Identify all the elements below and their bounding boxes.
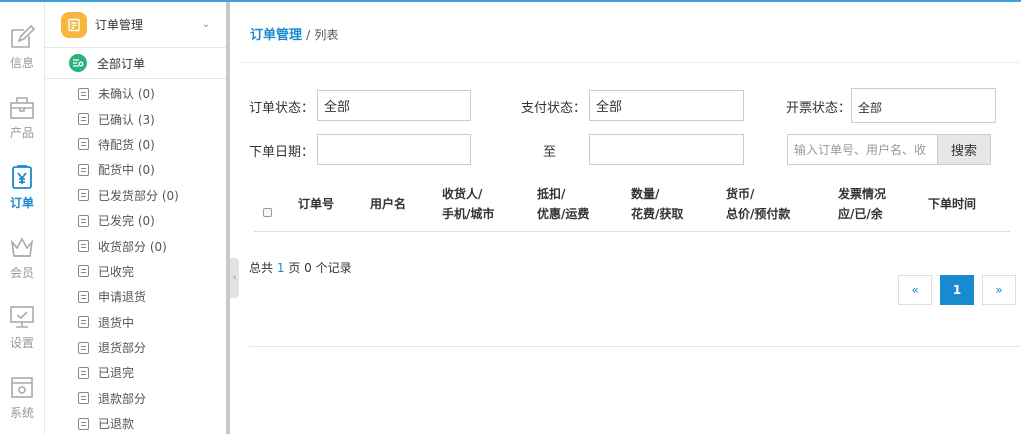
invoice-status-select[interactable]: 全部 [851, 88, 996, 123]
rail-label: 产品 [9, 126, 34, 140]
rail-item-product[interactable]: 产品 [0, 72, 44, 142]
submenu-header[interactable]: 订单管理 ⌄ [45, 2, 226, 48]
rail-item-settings[interactable]: 设置 [0, 282, 44, 352]
submenu-title: 订单管理 [95, 18, 144, 32]
th-order-no: 订单号 [298, 197, 335, 211]
rail-item-system[interactable]: 系统 [0, 352, 44, 422]
pay-status-select[interactable]: 全部 [589, 90, 744, 121]
submenu-item[interactable]: 已退款 [45, 411, 226, 436]
monitor-check-icon [10, 306, 34, 328]
submenu-item[interactable]: 收货部分 (0) [45, 233, 226, 258]
submenu-item[interactable]: 配货中 (0) [45, 157, 226, 182]
order-yen-icon [12, 165, 32, 189]
breadcrumb-separator: / [306, 28, 311, 42]
order-status-select[interactable]: 全部 [317, 90, 471, 121]
submenu-item[interactable]: 已收完 [45, 259, 226, 284]
submenu-item[interactable]: 退货部分 [45, 335, 226, 360]
doc-icon [78, 290, 89, 303]
rail-item-info[interactable]: 信息 [0, 2, 44, 72]
pay-status-label: 支付状态： [521, 101, 587, 116]
rail-label: 设置 [9, 336, 34, 350]
refund-coin-icon [78, 392, 89, 405]
submenu-item[interactable]: 已发货部分 (0) [45, 183, 226, 208]
return-box-icon [78, 366, 89, 379]
truck-icon [78, 214, 89, 227]
date-to-label: 至 [543, 145, 557, 160]
records-summary: 总共 1 页 0 个记录 [249, 261, 352, 275]
chevron-down-icon[interactable]: ⌄ [202, 19, 210, 30]
submenu-all-label: 全部订单 [97, 56, 146, 71]
submenu-item[interactable]: 退货中 [45, 310, 226, 335]
pagination-prev[interactable]: « [898, 275, 932, 305]
icon-rail: 信息 产品 订单 会员 设置 系统 [0, 2, 45, 434]
submenu-edge [226, 2, 230, 434]
order-date-label: 下单日期： [249, 145, 315, 160]
system-gear-icon [11, 377, 33, 398]
record-count: 0 [304, 261, 312, 275]
table-header-divider [254, 231, 1010, 232]
return-box-icon [78, 341, 89, 354]
rail-label: 订单 [9, 196, 34, 210]
doc-icon [78, 316, 89, 329]
doc-icon [78, 265, 89, 278]
invoice-status-label: 开票状态： [786, 101, 852, 116]
th-quantity: 数量/花费/获取 [631, 187, 684, 221]
order-submenu: 订单管理 ⌄ 全部订单 未确认 (0) 已确认 (3) 待配货 (0) 配货中 … [45, 2, 227, 434]
divider [249, 346, 1021, 347]
th-order-time: 下单时间 [928, 197, 977, 211]
submenu-item[interactable]: 待配货 (0) [45, 132, 226, 157]
crown-icon [10, 237, 34, 257]
date-start-input[interactable] [317, 134, 471, 165]
breadcrumb-page: 列表 [314, 28, 339, 42]
th-currency: 货币/总价/预付款 [726, 187, 791, 221]
rail-label: 系统 [9, 406, 34, 420]
yen-doc-icon [78, 138, 89, 151]
edit-icon [11, 24, 35, 48]
pagination-next[interactable]: » [982, 275, 1016, 305]
rail-item-member[interactable]: 会员 [0, 212, 44, 282]
main-content: 订单管理 / 列表 订单状态： 全部 支付状态： 全部 开票状态： 全部 下单日… [239, 2, 1021, 434]
rail-item-order[interactable]: 订单 [0, 142, 44, 212]
rail-label: 信息 [9, 56, 34, 70]
rail-label: 会员 [9, 266, 34, 280]
breadcrumb: 订单管理 / 列表 [250, 24, 338, 43]
search-input[interactable]: 输入订单号、用户名、收 [787, 134, 938, 165]
page-count: 1 [276, 261, 285, 275]
truck-icon [78, 189, 89, 202]
divider [239, 62, 1021, 63]
th-invoice: 发票情况 应/已/余 [838, 187, 887, 221]
submenu-item-all-orders[interactable]: 全部订单 [45, 48, 226, 79]
submenu-item[interactable]: 申请退货 [45, 284, 226, 309]
pagination-page-current[interactable]: 1 [940, 275, 974, 305]
th-username: 用户名 [370, 197, 407, 211]
yen-doc-icon [78, 113, 89, 126]
th-receiver: 收货人/手机/城市 [442, 187, 495, 221]
select-all-checkbox[interactable] [263, 208, 272, 217]
submenu-item[interactable]: 已退完 [45, 360, 226, 385]
search-button[interactable]: 搜索 [937, 134, 991, 165]
refund-coin-icon [78, 417, 89, 430]
bag-icon [10, 97, 34, 119]
truck-icon [78, 240, 89, 253]
submenu-item[interactable]: 未确认 (0) [45, 81, 226, 106]
submenu-list: 未确认 (0) 已确认 (3) 待配货 (0) 配货中 (0) 已发货部分 (0… [45, 79, 226, 436]
all-orders-icon [69, 54, 87, 72]
order-manage-icon [61, 11, 87, 38]
collapse-sidebar-handle[interactable]: ‹ [230, 258, 239, 298]
th-deduction: 抵扣/优惠/运费 [537, 187, 590, 221]
order-status-label: 订单状态： [249, 101, 315, 116]
submenu-item[interactable]: 已发完 (0) [45, 208, 226, 233]
submenu-item[interactable]: 已确认 (3) [45, 106, 226, 131]
submenu-item[interactable]: 退款部分 [45, 386, 226, 411]
yen-doc-icon [78, 87, 89, 100]
boxes-icon [78, 163, 89, 176]
breadcrumb-section[interactable]: 订单管理 [250, 28, 302, 43]
date-end-input[interactable] [589, 134, 744, 165]
